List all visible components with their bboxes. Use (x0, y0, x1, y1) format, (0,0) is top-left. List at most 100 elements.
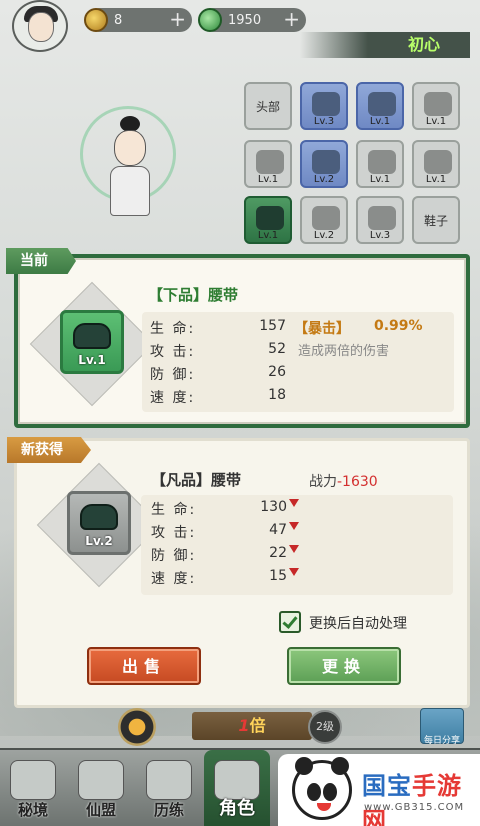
stat-value: 157 (259, 318, 286, 334)
gear-item-icon (368, 150, 396, 174)
nav-label: 历练 (153, 801, 184, 819)
hero-body (110, 166, 150, 216)
stat-value: 18 (268, 387, 286, 403)
player-avatar[interactable] (12, 0, 68, 52)
gear-icon[interactable] (118, 708, 156, 746)
gear-item-icon (368, 206, 396, 230)
new-item-card: 新获得 Lv.2 【凡品】腰带 战力-1630 生 命: 130 攻 击: 47 防 御… (7, 437, 470, 708)
nav-character[interactable]: 角色 (204, 750, 270, 826)
slot-label: Lv.2 (313, 174, 335, 185)
crit-label: 【暴击】 (294, 321, 350, 337)
level-badge[interactable]: 2级 (308, 710, 342, 744)
panda-ear-icon (331, 757, 349, 775)
stat-value: 130 (260, 499, 287, 515)
stat-value: 52 (268, 341, 286, 357)
speed-bar: 1倍 2级 每日分享 (118, 708, 470, 746)
add-coins-button[interactable]: + (169, 8, 186, 30)
stat-row: 攻 击: 52 (150, 341, 286, 361)
checkmark-icon (282, 613, 298, 629)
hero-head (114, 130, 146, 166)
current-item-icon[interactable]: Lv.1 (60, 310, 124, 374)
slot-label: Lv.1 (425, 116, 447, 127)
daily-share-button[interactable]: 每日分享 (420, 708, 464, 746)
stat-label: 速 度: (151, 571, 197, 587)
crit-description: 造成两倍的伤害 (298, 344, 390, 359)
jade-amount: 1950 (228, 12, 262, 28)
equipment-slot[interactable]: Lv.1 (244, 140, 292, 188)
new-tag: 新获得 (7, 437, 91, 463)
slot-label: Lv.1 (369, 174, 391, 185)
gear-item-icon (312, 150, 340, 174)
nav-training[interactable]: 历练 (136, 750, 202, 826)
coin-counter: 8 + (84, 8, 192, 32)
hero-character (76, 86, 186, 236)
slot-label: Lv.3 (369, 230, 391, 241)
multiplier-value: 1 (238, 716, 250, 735)
current-item-inner: Lv.1 【下品】腰带 生 命: 157 攻 击: 52 防 御: 26 速 度: 18 【暴… (18, 258, 466, 424)
nav-label: 秘境 (17, 801, 48, 819)
stat-label: 防 御: (151, 548, 197, 564)
watermark-title-blue: 国宝 (362, 772, 412, 800)
panda-mouth-icon (317, 803, 331, 811)
current-item-level: Lv.1 (78, 353, 106, 367)
arrow-down-icon (289, 568, 299, 576)
equipment-slot[interactable]: Lv.1 (412, 82, 460, 130)
nav-secret-realm[interactable]: 秘境 (0, 750, 66, 826)
slot-label: Lv.1 (425, 174, 447, 185)
power-value: -1630 (337, 474, 378, 490)
stat-value: 47 (269, 522, 287, 538)
power-label: 战力 (309, 474, 337, 490)
add-jade-button[interactable]: + (283, 8, 300, 30)
equipment-slot[interactable]: Lv.2 (300, 140, 348, 188)
jade-icon (198, 8, 222, 32)
sell-button[interactable]: 出售 (87, 647, 201, 685)
stat-row: 生 命: 157 (150, 318, 286, 338)
equipment-slot[interactable]: Lv.1 (356, 82, 404, 130)
panda-logo-icon (292, 757, 352, 820)
gear-item-icon (256, 206, 284, 230)
slot-label: Lv.2 (313, 230, 335, 241)
nav-label: 仙盟 (85, 801, 116, 819)
equipment-slot[interactable]: Lv.1 (244, 196, 292, 244)
stat-row: 攻 击: 47 (151, 522, 299, 542)
gear-item-icon (368, 92, 396, 116)
jade-counter: 1950 + (198, 8, 306, 32)
equipment-slot[interactable]: 头部 (244, 82, 292, 130)
stat-value: 15 (269, 568, 287, 584)
equipment-slot[interactable]: Lv.1 (412, 140, 460, 188)
equipment-slot[interactable]: Lv.3 (300, 82, 348, 130)
panda-eye-icon (323, 783, 337, 801)
current-item-card: Lv.1 【下品】腰带 生 命: 157 攻 击: 52 防 御: 26 速 度: 18 【暴… (6, 248, 470, 428)
auto-process-checkbox[interactable] (279, 611, 301, 633)
arrow-down-icon (289, 499, 299, 507)
gear-item-icon (312, 92, 340, 116)
equipment-slot[interactable]: 鞋子 (412, 196, 460, 244)
panda-ear-icon (295, 757, 313, 775)
coin-amount: 8 (114, 12, 123, 28)
stat-row: 防 御: 22 (151, 545, 299, 565)
avatar-face (28, 12, 54, 42)
watermark-url: www.GB315.COM (364, 802, 465, 813)
training-icon (146, 760, 192, 800)
slot-label: 头部 (255, 100, 280, 114)
belt-icon (73, 323, 111, 349)
nav-alliance[interactable]: 仙盟 (68, 750, 134, 826)
speed-multiplier[interactable]: 1倍 (192, 712, 312, 740)
slot-label: Lv.1 (257, 174, 279, 185)
auto-process-label: 更换后自动处理 (309, 616, 407, 632)
equipment-slot[interactable]: Lv.2 (300, 196, 348, 244)
gear-item-icon (424, 92, 452, 116)
gear-item-icon (424, 150, 452, 174)
slot-label: 鞋子 (423, 214, 448, 228)
equipment-slot[interactable]: Lv.1 (356, 140, 404, 188)
site-watermark: 国宝手游网 www.GB315.COM (278, 754, 480, 826)
stat-label: 攻 击: (150, 344, 196, 360)
replace-button[interactable]: 更换 (287, 647, 401, 685)
slot-label: Lv.3 (313, 116, 335, 127)
equipment-slot[interactable]: Lv.3 (356, 196, 404, 244)
arrow-down-icon (289, 522, 299, 530)
new-item-icon[interactable]: Lv.2 (67, 491, 131, 555)
power-readout: 战力-1630 (309, 471, 378, 491)
stat-row: 生 命: 130 (151, 499, 299, 519)
stat-label: 防 御: (150, 367, 196, 383)
